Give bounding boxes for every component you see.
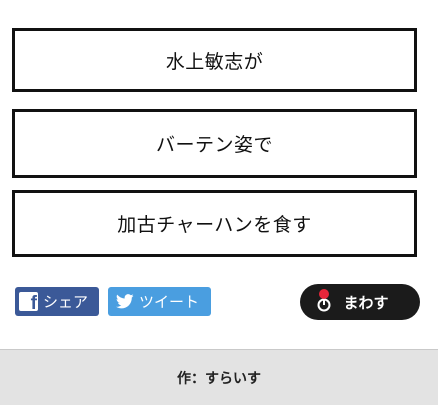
slot-2-text: バーテン姿で: [155, 134, 273, 156]
spin-button[interactable]: まわす: [300, 284, 420, 320]
share-row: f シェア ツイート: [15, 287, 211, 316]
facebook-share-label: シェア: [43, 293, 89, 311]
spin-button-label: まわす: [343, 293, 389, 312]
slot-3-text: 加古チャーハンを食す: [117, 214, 312, 236]
slot-1-text: 水上敏志が: [165, 50, 264, 73]
twitter-bird-icon: [116, 294, 134, 309]
footer-credit: 作：すらいす: [177, 370, 261, 387]
facebook-share-button[interactable]: f シェア: [15, 287, 99, 316]
slot-1: 水上敏志が: [12, 28, 417, 92]
lever-icon: [317, 289, 331, 312]
twitter-tweet-button[interactable]: ツイート: [108, 287, 211, 316]
twitter-tweet-label: ツイート: [139, 293, 200, 311]
facebook-icon: f: [19, 292, 38, 311]
footer: 作：すらいす: [0, 349, 438, 405]
slot-2: バーテン姿で: [12, 109, 417, 178]
slot-3: 加古チャーハンを食す: [12, 190, 417, 257]
page: 水上敏志が バーテン姿で 加古チャーハンを食す f シェア ツイート まわす 作…: [0, 0, 438, 405]
